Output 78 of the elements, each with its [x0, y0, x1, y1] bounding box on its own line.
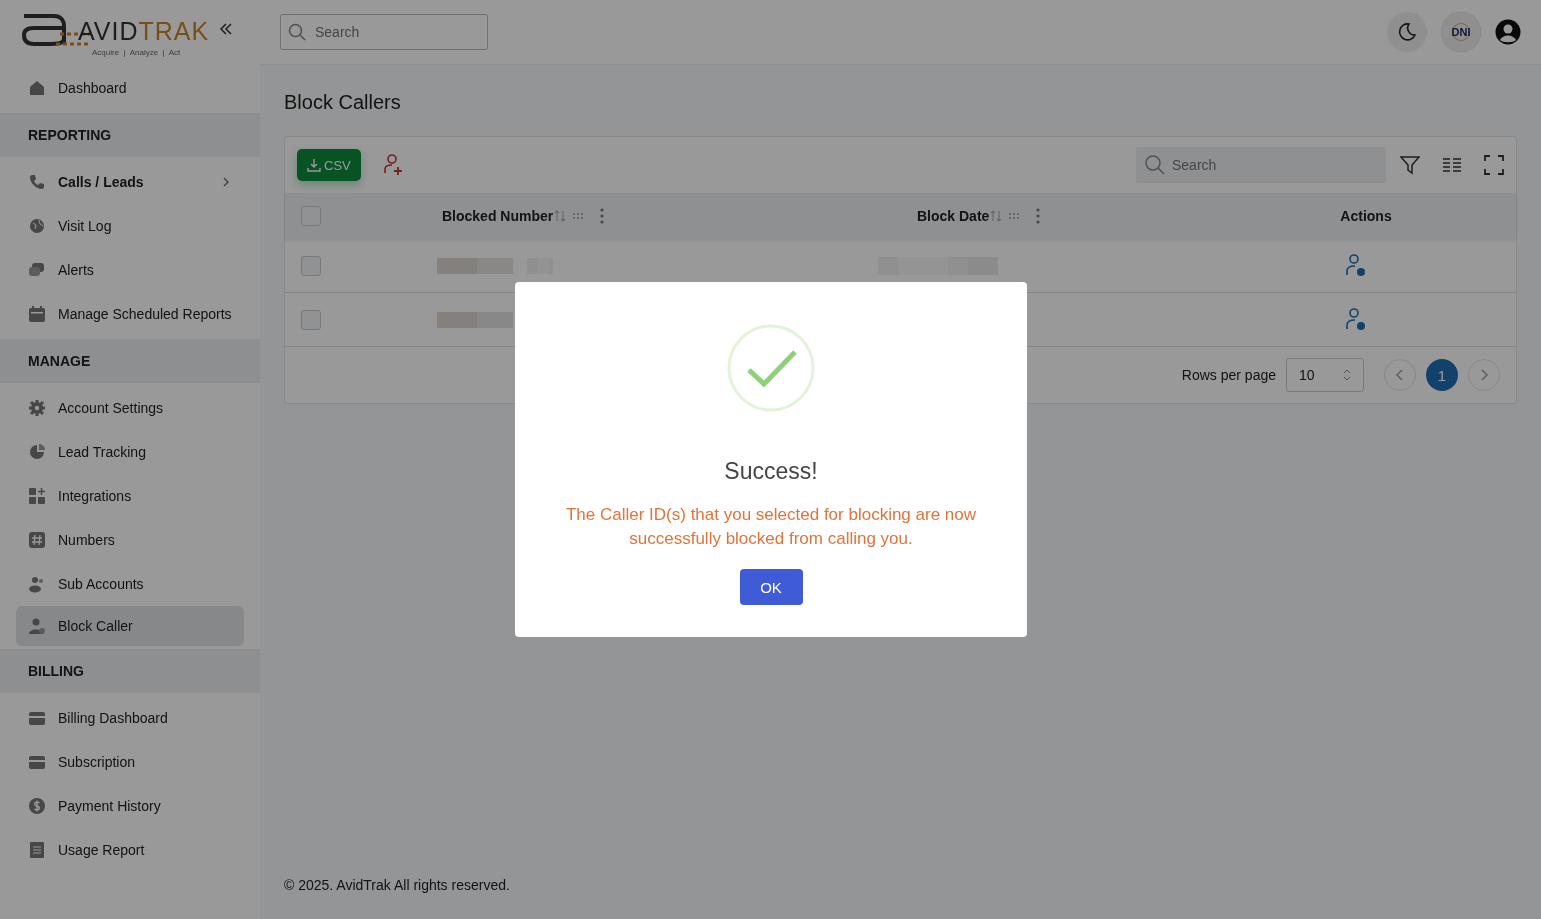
copyright-text: © 2025. AvidTrak All rights reserved. [284, 877, 511, 893]
checkbox[interactable] [301, 255, 321, 276]
card-icon [28, 753, 46, 771]
page-button[interactable]: 1 [1426, 359, 1458, 391]
hash-icon [28, 531, 46, 549]
nav-item[interactable]: Billing Dashboard [0, 696, 260, 740]
pie-icon [28, 443, 46, 461]
column-header[interactable]: Blocked Number [442, 208, 554, 224]
column-menu-icon[interactable] [600, 208, 605, 224]
nav-item[interactable]: Subscription [0, 740, 260, 784]
logo-text: TRAK [138, 18, 210, 44]
home-icon [28, 79, 46, 97]
dialog-title: Success! [724, 458, 818, 485]
csv-button[interactable]: CSV [297, 149, 361, 181]
search-icon [288, 23, 306, 41]
nav-item[interactable]: Sub Accounts [0, 562, 260, 606]
nav-item[interactable]: Block Caller [16, 606, 244, 646]
nav-item[interactable]: Usage Report [0, 828, 260, 872]
table-search-field[interactable]: Search [1136, 147, 1386, 183]
nav-item[interactable]: Alerts [0, 248, 260, 292]
nav-item[interactable]: Payment History [0, 784, 260, 828]
drag-handle-icon[interactable] [572, 212, 585, 220]
nav-item[interactable]: Numbers [0, 518, 260, 562]
users-icon [28, 575, 46, 593]
dark-mode-button[interactable] [1387, 12, 1427, 52]
add-user-icon[interactable] [382, 154, 405, 176]
sort-icon[interactable] [554, 210, 567, 222]
section-heading: REPORTING [0, 113, 260, 157]
section-heading: MANAGE [0, 339, 260, 383]
gear-icon [28, 399, 46, 417]
dollar-icon [28, 797, 46, 815]
doc-icon [28, 841, 46, 859]
ok-button[interactable]: OK [739, 569, 803, 605]
card-icon [28, 709, 46, 727]
nav-item[interactable]: Dashboard [0, 66, 260, 110]
user-icon [28, 617, 46, 635]
chat-icon [28, 261, 46, 279]
globe-icon [28, 217, 46, 235]
phone-icon [28, 173, 46, 191]
column-menu-icon[interactable] [1036, 208, 1041, 224]
nav-item[interactable]: Lead Tracking [0, 430, 260, 474]
account-icon[interactable] [1495, 19, 1521, 45]
calendar-icon [28, 305, 46, 323]
nav-item[interactable]: Calls / Leads [0, 160, 260, 204]
page-title: Block Callers [284, 91, 402, 114]
user-check-icon[interactable] [1345, 307, 1367, 332]
moon-icon [1396, 21, 1418, 43]
sort-icon[interactable] [990, 210, 1003, 222]
nav-item[interactable]: Integrations [0, 474, 260, 518]
nav-item[interactable]: Account Settings [0, 386, 260, 430]
section-heading: BILLING [0, 649, 260, 693]
rows-per-page-select[interactable]: 10 [1286, 358, 1364, 392]
dialog-message: The Caller ID(s) that you selected for blocking are now successfully blocked from calling you. [564, 504, 978, 550]
user-check-icon[interactable] [1345, 253, 1367, 278]
chevron-left-icon [1396, 369, 1404, 381]
filter-icon[interactable] [1400, 155, 1420, 175]
checkbox[interactable] [301, 206, 321, 226]
rows-per-page-label: Rows per page [1181, 367, 1276, 383]
spinner-arrows-icon [1343, 369, 1351, 381]
column-header[interactable]: Block Date [917, 208, 990, 224]
checkmark-icon [727, 324, 815, 412]
dni-button[interactable]: DNI [1441, 12, 1481, 52]
checkbox[interactable] [301, 309, 321, 330]
column-header[interactable]: Actions [1340, 208, 1392, 224]
logo-tagline: Acquire | Analyze | Act [92, 47, 182, 57]
fullscreen-icon[interactable] [1484, 155, 1504, 175]
collapse-icon[interactable] [219, 22, 234, 36]
search-icon [1144, 154, 1166, 176]
nav-item[interactable]: Visit Log [0, 204, 260, 248]
chevron-icon [222, 176, 230, 188]
drag-handle-icon[interactable] [1008, 212, 1021, 220]
nav-item[interactable]: Manage Scheduled Reports [0, 292, 260, 336]
grid-icon [28, 487, 46, 505]
logo-text: AVID [78, 18, 139, 44]
search-field[interactable]: Search [280, 14, 488, 50]
download-icon [307, 158, 321, 172]
columns-icon[interactable] [1442, 155, 1462, 175]
chevron-right-icon [1480, 369, 1488, 381]
